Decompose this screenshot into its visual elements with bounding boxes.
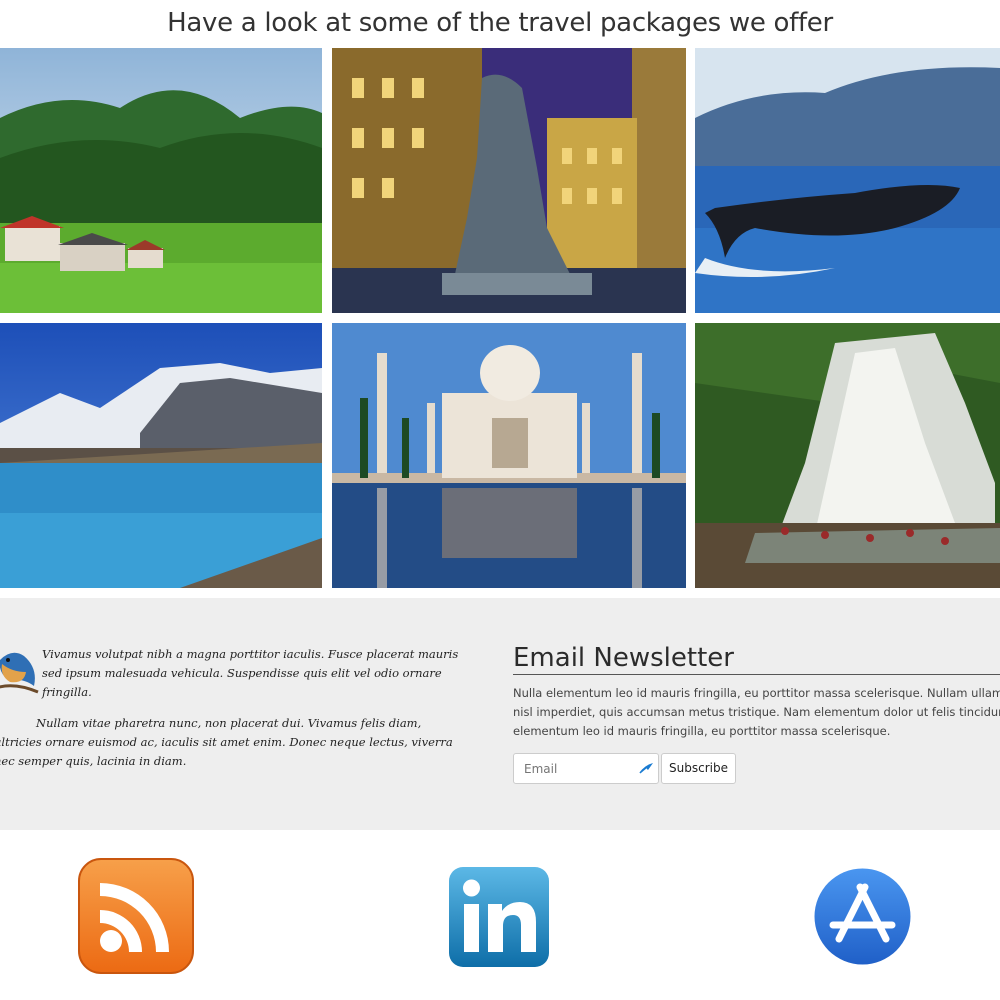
quote-paragraph-1: Vivamus volutpat nibh a magna porttitor … xyxy=(42,647,459,699)
taj-mahal-image xyxy=(332,323,686,588)
newsletter-line-2: nisl imperdiet, quis accumsan metus tris… xyxy=(513,705,1000,719)
package-city-fountain[interactable] xyxy=(332,48,686,313)
newsletter-line-3: elementum leo id mauris fringilla, eu po… xyxy=(513,724,891,738)
city-fountain-image xyxy=(332,48,686,313)
newsletter-description: Nulla elementum leo id mauris fringilla,… xyxy=(513,684,1000,741)
package-whale-lake[interactable] xyxy=(695,48,1000,313)
rss-icon[interactable] xyxy=(77,857,195,975)
newsletter-title: Email Newsletter xyxy=(513,642,1000,675)
testimonial-quote: Vivamus volutpat nibh a magna porttitor … xyxy=(0,645,470,783)
package-mountain-lake[interactable] xyxy=(0,323,322,588)
quote-paragraph-2: Nullam vitae pharetra nunc, non placerat… xyxy=(0,716,453,768)
mountain-lake-image xyxy=(0,323,322,588)
package-taj-mahal[interactable] xyxy=(332,323,686,588)
paper-plane-icon xyxy=(639,763,653,774)
app-store-icon[interactable] xyxy=(813,867,912,966)
page-headline: Have a look at some of the travel packag… xyxy=(167,8,833,38)
meadow-resort-image xyxy=(0,48,322,313)
email-input[interactable] xyxy=(514,754,634,783)
newsletter-line-1: Nulla elementum leo id mauris fringilla,… xyxy=(513,686,1000,700)
whale-lake-image xyxy=(695,48,1000,313)
linkedin-icon[interactable] xyxy=(448,866,550,968)
package-waterfall[interactable] xyxy=(695,323,1000,588)
subscribe-button[interactable]: Subscribe xyxy=(661,753,736,784)
waterfall-image xyxy=(695,323,1000,588)
email-field-wrapper xyxy=(513,753,659,784)
package-meadow-resort[interactable] xyxy=(0,48,322,313)
